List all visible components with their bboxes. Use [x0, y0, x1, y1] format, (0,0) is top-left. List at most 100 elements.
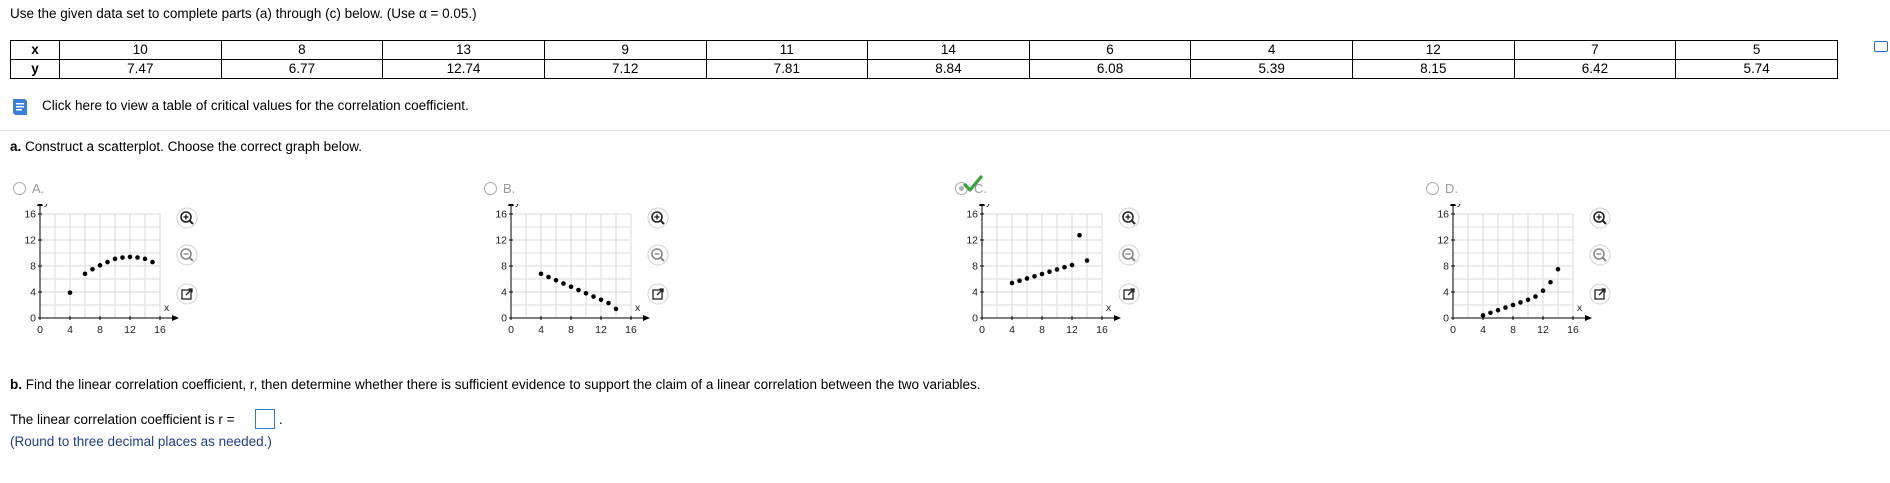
scatter-point: [127, 254, 133, 260]
scatter-point: [135, 255, 140, 260]
zoom-out-icon[interactable]: [647, 244, 669, 266]
scatter-point: [1510, 302, 1516, 308]
y-tick-label: 8: [30, 261, 36, 273]
radio-button[interactable]: [1426, 182, 1439, 195]
table-cell: 9: [543, 40, 707, 60]
scatter-point: [1084, 258, 1090, 263]
open-window-icon[interactable]: [647, 283, 669, 305]
table-cell: 6: [1028, 40, 1192, 60]
table-cell: 8.84: [867, 59, 1030, 79]
x-tick-label: 0: [979, 324, 985, 336]
y-axis-label: y: [44, 204, 50, 208]
x-tick-label: 0: [508, 324, 514, 336]
scatter-point: [112, 256, 118, 262]
scatter-point: [90, 266, 95, 272]
option-a[interactable]: A. 0 4 8 12 16 0 4 8 12 16 x y: [10, 180, 180, 360]
y-tick-label: 12: [495, 235, 507, 247]
x-tick-label: 8: [568, 324, 574, 336]
x-tick-label: 12: [595, 324, 607, 336]
table-cell: 7.47: [59, 59, 222, 79]
r-period: .: [279, 412, 283, 427]
zoom-in-icon[interactable]: [1589, 207, 1611, 229]
y-axis-label: y: [515, 204, 521, 208]
open-window-icon[interactable]: [176, 283, 198, 305]
scatter-point: [67, 290, 73, 295]
open-window-icon[interactable]: [1589, 283, 1611, 305]
scatter-point: [1054, 267, 1060, 272]
option-b[interactable]: B. 0 4 8 12 16 0 4 8 12 16 x y: [481, 180, 651, 360]
scatter-point: [598, 297, 604, 303]
radio-button[interactable]: [484, 182, 497, 195]
x-axis-label: x: [164, 302, 170, 314]
table-cell: 6.42: [1513, 59, 1677, 79]
y-tick-label: 16: [24, 209, 36, 221]
book-icon[interactable]: [10, 97, 30, 117]
y-tick-label: 0: [30, 313, 36, 325]
scatter-point: [1032, 273, 1037, 279]
scatter-point: [1024, 276, 1030, 281]
x-axis-label: x: [635, 302, 641, 314]
scatter-point: [1525, 297, 1531, 303]
scatterplot-d: 0 4 8 12 16 0 4 8 12 16 x y: [1437, 204, 1592, 336]
table-header-x: x: [10, 40, 60, 60]
x-tick-label: 8: [97, 324, 103, 336]
zoom-in-icon[interactable]: [176, 207, 198, 229]
scatter-point: [1039, 271, 1045, 277]
scatter-point: [1062, 264, 1067, 270]
y-tick-label: 4: [1443, 287, 1449, 299]
zoom-out-icon[interactable]: [1589, 244, 1611, 266]
table-row-y: y 7.47 6.77 12.74 7.12 7.81 8.84 6.08 5.…: [10, 59, 1838, 79]
y-tick-label: 0: [1443, 313, 1449, 325]
scatterplot-b: 0 4 8 12 16 0 4 8 12 16 x y: [495, 204, 650, 336]
scatter-point: [120, 255, 125, 260]
r-label: The linear correlation coefficient is r …: [10, 412, 235, 427]
scatterplot-a: 0 4 8 12 16 0 4 8 12 16 x y: [24, 204, 179, 336]
table-cell: 12.74: [382, 59, 545, 79]
y-tick-label: 0: [501, 313, 507, 325]
scatter-point: [1017, 278, 1022, 283]
table-cell: 8.15: [1352, 59, 1515, 79]
scatter-point: [1533, 294, 1538, 299]
r-answer-input[interactable]: [255, 409, 275, 429]
scatter-point: [561, 281, 566, 286]
y-tick-label: 4: [30, 287, 36, 299]
scatter-point: [1077, 232, 1082, 238]
table-cell: 7: [1513, 40, 1677, 60]
option-letter: C.: [974, 181, 987, 196]
table-cell: 4: [1190, 40, 1353, 60]
table-cell: 14: [867, 40, 1030, 60]
zoom-in-icon[interactable]: [647, 207, 669, 229]
open-window-icon[interactable]: [1118, 283, 1140, 305]
scatter-point: [538, 271, 544, 277]
y-tick-label: 16: [966, 209, 978, 221]
option-letter: D.: [1445, 181, 1458, 196]
x-axis-arrow: [172, 315, 179, 321]
x-tick-label: 12: [1537, 324, 1549, 336]
scatter-point: [606, 300, 611, 306]
table-cell: 6.77: [220, 59, 384, 79]
x-axis-label: x: [1577, 302, 1583, 314]
zoom-in-icon[interactable]: [1118, 207, 1140, 229]
option-letter: A.: [32, 181, 45, 196]
radio-button[interactable]: [13, 182, 26, 195]
expand-icon[interactable]: [1874, 41, 1888, 52]
x-axis-arrow: [643, 315, 650, 321]
x-tick-label: 0: [37, 324, 43, 336]
x-tick-label: 4: [1009, 324, 1015, 336]
y-axis-label: y: [986, 204, 992, 208]
x-tick-label: 16: [154, 324, 166, 336]
part-a-prompt: a. Construct a scatterplot. Choose the c…: [10, 139, 362, 154]
table-cell: 8: [220, 40, 384, 60]
data-table: x 10 8 13 9 11 14 6 4 12 7 5 y 7.47 6.77…: [10, 40, 1838, 79]
option-c[interactable]: C. 0 4 8 12 16 0 4 8 12 16 x y: [952, 175, 1122, 360]
table-cell: 12: [1352, 40, 1515, 60]
x-tick-label: 4: [67, 324, 73, 336]
critical-values-link[interactable]: Click here to view a table of critical v…: [42, 98, 469, 113]
option-d[interactable]: D. 0 4 8 12 16 0 4 8 12 16 x y: [1423, 180, 1593, 360]
zoom-out-icon[interactable]: [176, 244, 198, 266]
y-tick-label: 8: [972, 261, 978, 273]
y-axis-arrow: [37, 204, 43, 206]
table-header-y: y: [10, 59, 60, 79]
instructions-text: Use the given data set to complete parts…: [10, 6, 477, 21]
zoom-out-icon[interactable]: [1118, 244, 1140, 266]
